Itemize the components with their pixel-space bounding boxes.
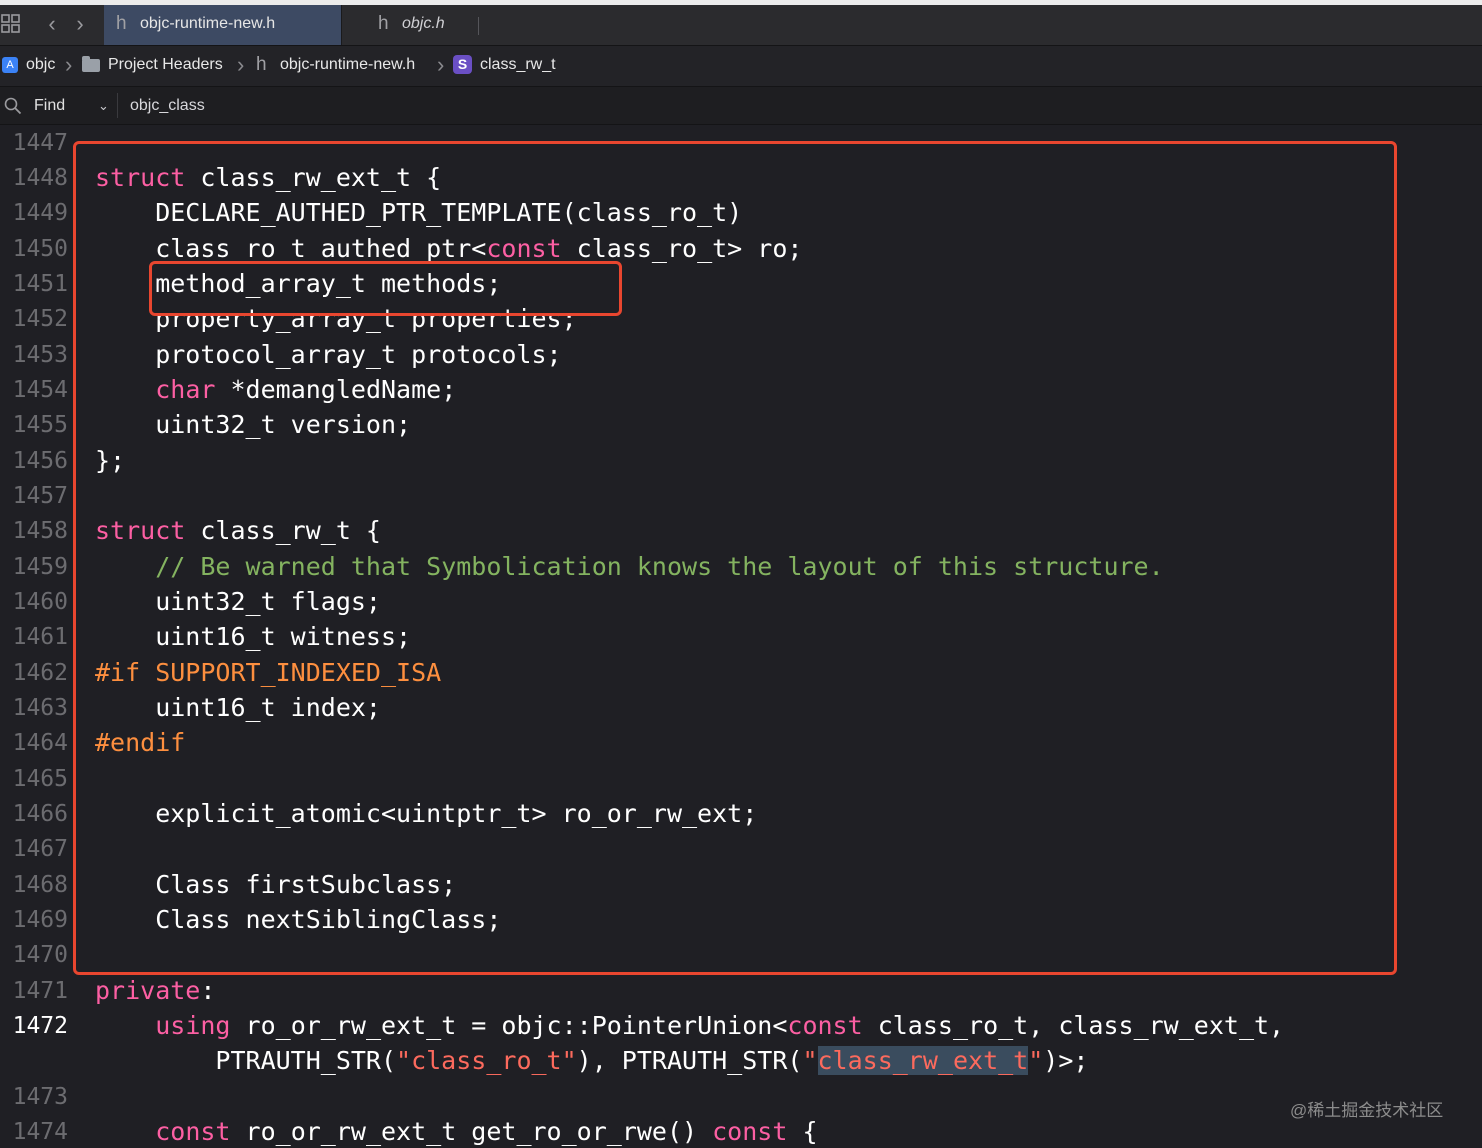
code-line[interactable]: using ro_or_rw_ext_t = objc::PointerUnio… bbox=[95, 1011, 1284, 1040]
code-token: "class_ro_t" bbox=[396, 1046, 577, 1075]
tab-objc-runtime-new-h[interactable]: h objc-runtime-new.h bbox=[104, 5, 342, 45]
code-token: )>; bbox=[1043, 1046, 1089, 1075]
jump-bar: A objc › Project Headers › h objc-runtim… bbox=[0, 46, 1482, 87]
line-number: 1453 bbox=[12, 342, 68, 368]
forward-chevron-icon[interactable]: › bbox=[68, 5, 92, 45]
breadcrumb-project[interactable]: objc bbox=[26, 46, 55, 86]
code-line[interactable]: private: bbox=[95, 976, 215, 1005]
line-number: 1449 bbox=[12, 200, 68, 226]
watermark: @稀土掘金技术社区 bbox=[1290, 1101, 1444, 1120]
code-token: PTRAUTH_STR( bbox=[95, 1046, 397, 1075]
tab-bar: ‹ › h objc-runtime-new.h h objc.h bbox=[0, 5, 1482, 46]
header-file-icon: h bbox=[378, 13, 389, 34]
breadcrumb-group[interactable]: Project Headers bbox=[108, 46, 223, 86]
tab-divider bbox=[478, 17, 479, 35]
line-number: 1450 bbox=[12, 236, 68, 262]
line-number: 1472 bbox=[12, 1013, 68, 1039]
line-number: 1459 bbox=[12, 554, 68, 580]
code-token: { bbox=[787, 1117, 818, 1146]
breadcrumb-file[interactable]: objc-runtime-new.h bbox=[280, 46, 415, 86]
line-number: 1471 bbox=[12, 978, 68, 1004]
line-number: 1464 bbox=[12, 730, 68, 756]
line-number: 1448 bbox=[12, 165, 68, 191]
header-file-icon: h bbox=[256, 54, 267, 75]
project-icon: A bbox=[2, 57, 18, 73]
code-token: " bbox=[1028, 1046, 1044, 1075]
search-input[interactable]: objc_class bbox=[130, 87, 205, 124]
back-chevron-icon[interactable]: ‹ bbox=[40, 5, 64, 45]
struct-symbol-icon: S bbox=[453, 55, 472, 74]
line-number: 1455 bbox=[12, 412, 68, 438]
line-number: 1452 bbox=[12, 306, 68, 332]
code-token: class_ro_t, class_rw_ext_t, bbox=[862, 1011, 1285, 1040]
magnifier-icon bbox=[4, 87, 22, 124]
line-number: 1456 bbox=[12, 448, 68, 474]
breadcrumb-chevron-icon: › bbox=[437, 52, 445, 77]
line-number: 1469 bbox=[12, 907, 68, 933]
code-token: private bbox=[95, 976, 201, 1005]
find-divider bbox=[117, 93, 118, 118]
line-number: 1470 bbox=[12, 942, 68, 968]
find-mode-select[interactable]: Find bbox=[34, 87, 65, 124]
code-line[interactable]: PTRAUTH_STR("class_ro_t"), PTRAUTH_STR("… bbox=[95, 1046, 1088, 1075]
code-token: const bbox=[787, 1011, 863, 1040]
breadcrumb-chevron-icon: › bbox=[65, 52, 73, 77]
line-number: 1463 bbox=[12, 695, 68, 721]
code-token: ), PTRAUTH_STR( bbox=[576, 1046, 803, 1075]
header-file-icon: h bbox=[116, 13, 127, 34]
grid-icon[interactable] bbox=[0, 5, 22, 45]
code-token: ro_or_rw_ext_t get_ro_or_rwe() bbox=[230, 1117, 713, 1146]
find-bar: Find ⌄ objc_class ↑ bbox=[0, 87, 1482, 197]
line-number: 1466 bbox=[12, 801, 68, 827]
code-token: : bbox=[200, 976, 216, 1005]
annotation-box-methods bbox=[149, 261, 622, 316]
tab-label: objc-runtime-new.h bbox=[140, 15, 276, 32]
line-number: 1461 bbox=[12, 624, 68, 650]
code-token: const bbox=[155, 1117, 231, 1146]
tab-label: objc.h bbox=[402, 15, 445, 32]
folder-icon bbox=[82, 56, 100, 72]
line-number: 1462 bbox=[12, 660, 68, 686]
line-number: 1474 bbox=[12, 1119, 68, 1145]
line-number: 1447 bbox=[12, 130, 68, 156]
line-number: 1473 bbox=[12, 1084, 68, 1110]
code-token: ro_or_rw_ext_t = objc::PointerUnion< bbox=[230, 1011, 788, 1040]
breadcrumb-chevron-icon: › bbox=[237, 52, 245, 77]
line-number: 1458 bbox=[12, 518, 68, 544]
code-token: " bbox=[802, 1046, 818, 1075]
chevron-down-icon[interactable]: ⌄ bbox=[98, 87, 109, 124]
line-number: 1457 bbox=[12, 483, 68, 509]
line-number: 1454 bbox=[12, 377, 68, 403]
line-number: 1460 bbox=[12, 589, 68, 615]
code-line[interactable]: const ro_or_rw_ext_t get_ro_or_rwe() con… bbox=[95, 1117, 818, 1146]
line-number: 1451 bbox=[12, 271, 68, 297]
line-number: 1465 bbox=[12, 766, 68, 792]
tab-objc-h[interactable]: h objc.h bbox=[366, 5, 476, 45]
line-number: 1468 bbox=[12, 872, 68, 898]
breadcrumb-symbol[interactable]: class_rw_t bbox=[480, 46, 556, 86]
code-token: using bbox=[155, 1011, 231, 1040]
code-token: class_rw_ext_t bbox=[817, 1046, 1029, 1075]
line-number: 1467 bbox=[12, 836, 68, 862]
code-token: const bbox=[712, 1117, 788, 1146]
